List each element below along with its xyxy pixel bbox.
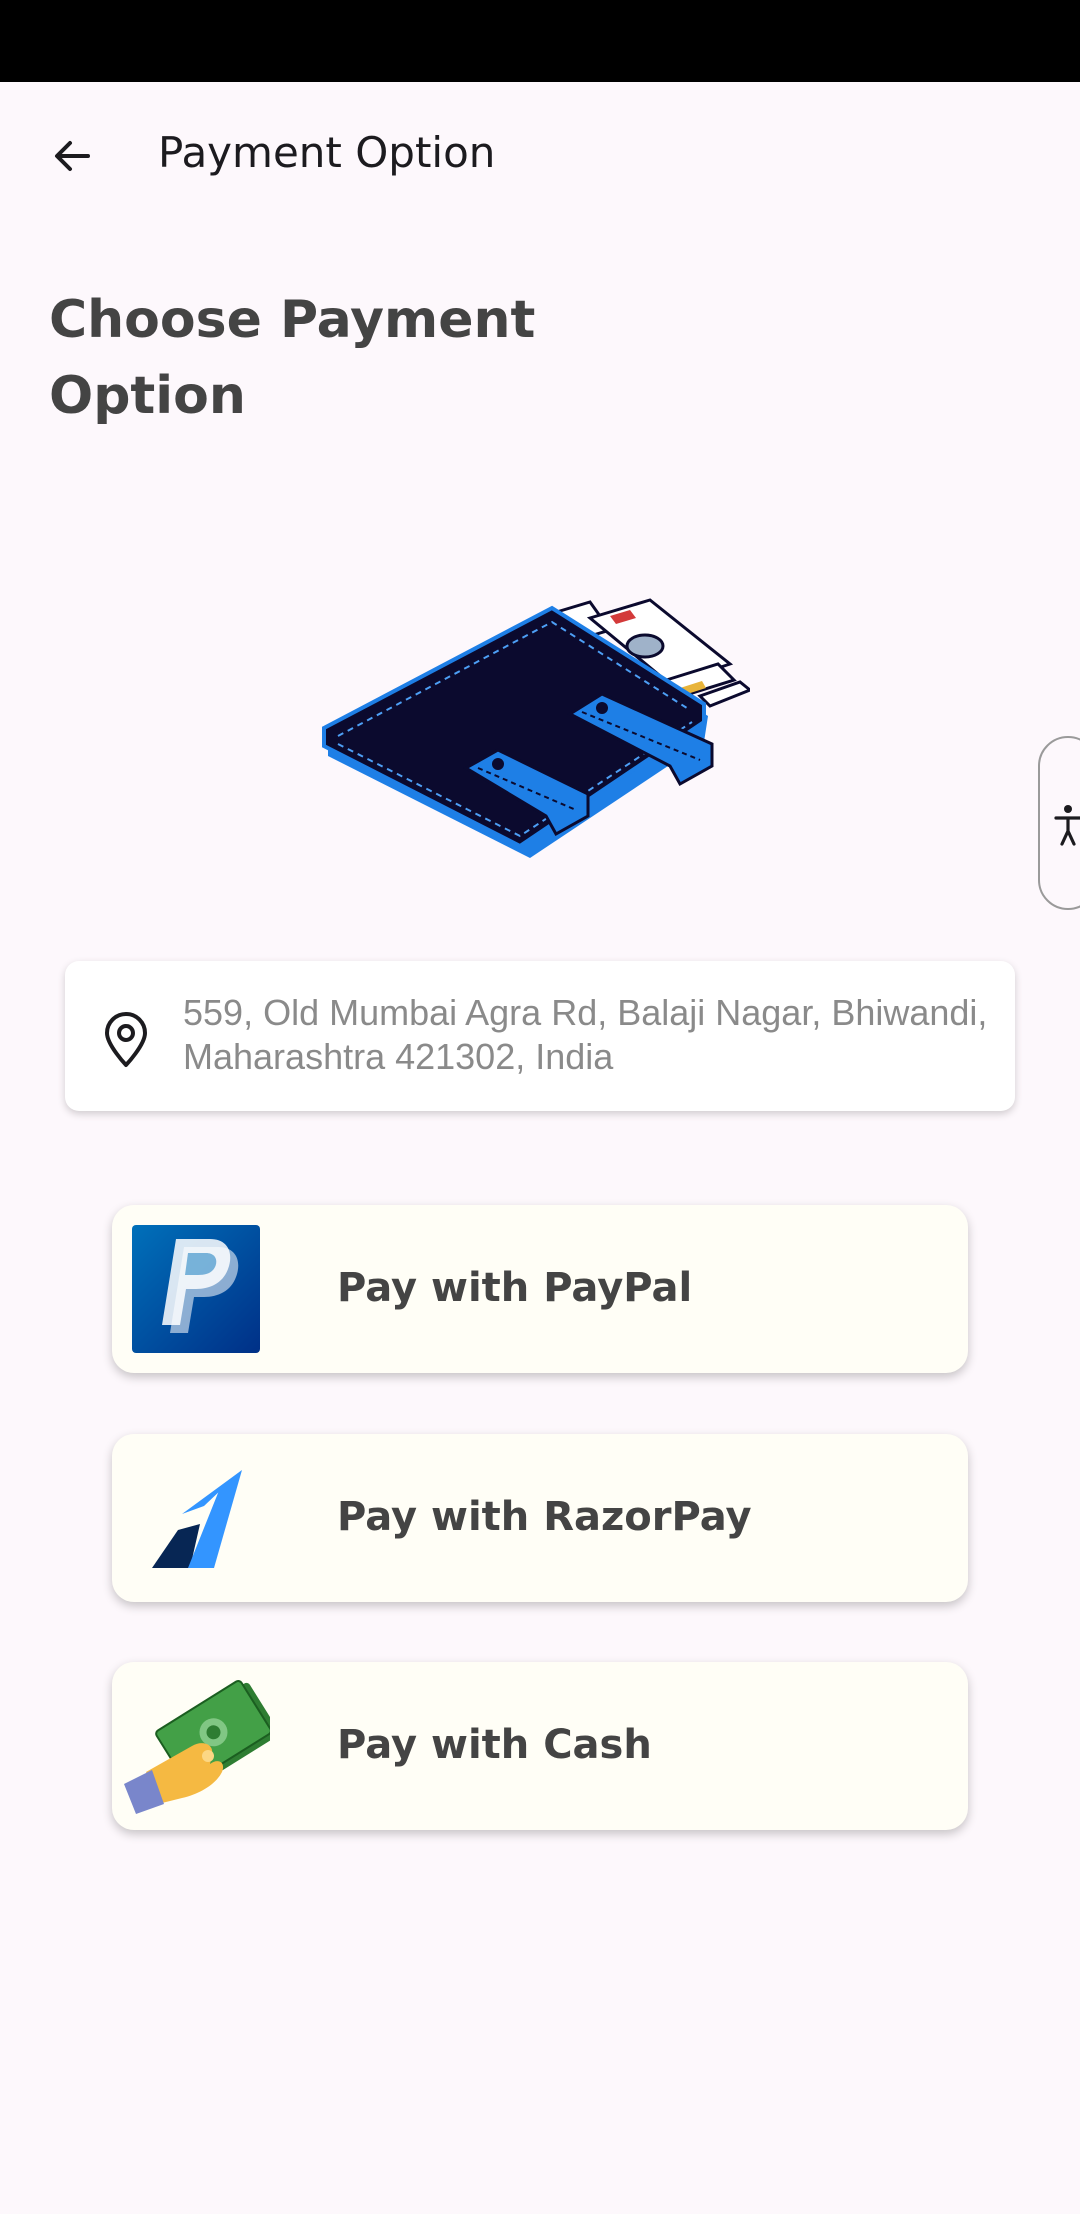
choose-payment-heading: Choose Payment Option bbox=[49, 290, 536, 426]
back-button[interactable] bbox=[36, 120, 108, 192]
pay-with-cash-button[interactable]: Pay with Cash bbox=[112, 1662, 968, 1830]
paypal-option-label: Pay with PayPal bbox=[337, 1265, 693, 1311]
razorpay-option-label: Pay with RazorPay bbox=[337, 1494, 752, 1540]
address-line-1: 559, Old Mumbai Agra Rd, Balaji Nagar, B… bbox=[183, 992, 988, 1033]
razorpay-logo bbox=[152, 1470, 242, 1568]
location-pin-icon bbox=[105, 1012, 147, 1067]
delivery-address-card[interactable]: 559, Old Mumbai Agra Rd, Balaji Nagar, B… bbox=[65, 961, 1015, 1111]
pay-with-razorpay-button[interactable]: Pay with RazorPay bbox=[112, 1434, 968, 1602]
wallet-illustration bbox=[322, 598, 750, 858]
arrow-left-icon bbox=[55, 141, 90, 171]
accessibility-button[interactable] bbox=[1038, 736, 1080, 910]
address-text: 559, Old Mumbai Agra Rd, Balaji Nagar, B… bbox=[183, 991, 1003, 1079]
top-app-bar: Payment Option bbox=[0, 82, 1080, 232]
accessibility-icon bbox=[1048, 800, 1080, 850]
pay-with-paypal-button[interactable]: Pay with PayPal bbox=[112, 1205, 968, 1373]
paypal-logo bbox=[132, 1225, 260, 1353]
page-title: Payment Option bbox=[158, 128, 496, 177]
cash-in-hand-icon bbox=[124, 1680, 270, 1814]
status-bar bbox=[0, 0, 1080, 82]
address-line-2: Maharashtra 421302, India bbox=[183, 1036, 614, 1077]
cash-option-label: Pay with Cash bbox=[337, 1722, 652, 1768]
